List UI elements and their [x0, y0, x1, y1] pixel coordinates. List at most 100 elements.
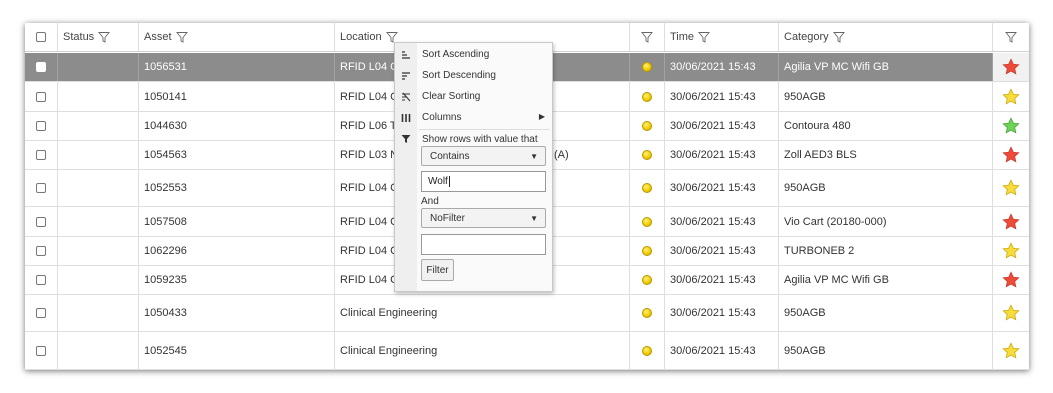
- menu-item-sort-descending[interactable]: Sort Descending: [395, 65, 552, 86]
- row-select-cell: [25, 207, 58, 236]
- header-status[interactable]: Status: [58, 23, 139, 51]
- asset-filter-icon[interactable]: [175, 31, 188, 43]
- indicator-filter-icon[interactable]: [641, 31, 653, 43]
- status-cell: [58, 141, 139, 169]
- star-icon[interactable]: [1002, 117, 1020, 135]
- time-filter-icon[interactable]: [698, 31, 710, 43]
- star-cell: [993, 170, 1029, 206]
- select-all-checkbox[interactable]: [36, 32, 46, 42]
- second-condition-select[interactable]: NoFilter ▼: [421, 208, 546, 228]
- header-category[interactable]: Category: [779, 23, 993, 51]
- asset-cell: 1050141: [139, 82, 335, 111]
- asset-cell: 1059235: [139, 266, 335, 294]
- table-row[interactable]: 1052545 Clinical Engineering 30/06/2021 …: [25, 332, 1029, 370]
- row-checkbox[interactable]: [36, 183, 46, 193]
- asset-cell: 1052545: [139, 332, 335, 369]
- header-indicator[interactable]: [630, 23, 665, 51]
- row-checkbox[interactable]: [36, 121, 46, 131]
- header-status-label: Status: [63, 31, 95, 43]
- category-cell: 950AGB: [779, 82, 993, 111]
- time-cell: 30/06/2021 15:43: [665, 295, 779, 331]
- header-time[interactable]: Time: [665, 23, 779, 51]
- star-cell: [993, 237, 1029, 265]
- second-value-input[interactable]: [421, 234, 546, 255]
- star-icon[interactable]: [1002, 87, 1020, 106]
- indicator-cell: [630, 237, 665, 265]
- row-checkbox[interactable]: [36, 308, 46, 318]
- status-cell: [58, 112, 139, 140]
- sort-ascending-icon: [395, 50, 417, 60]
- status-cell: [58, 332, 139, 369]
- filter-value-text: Wolf: [428, 176, 448, 187]
- location-text: RFID L03 N: [340, 149, 399, 161]
- status-dot-icon: [642, 183, 652, 193]
- row-select-cell: [25, 53, 58, 81]
- indicator-cell: [630, 112, 665, 140]
- time-cell: 30/06/2021 15:43: [665, 53, 779, 81]
- favourite-filter-icon[interactable]: [1005, 31, 1017, 43]
- star-icon[interactable]: [1002, 242, 1020, 260]
- row-checkbox[interactable]: [36, 216, 46, 227]
- category-cell: Contoura 480: [779, 112, 993, 140]
- filter-icon: [395, 134, 417, 144]
- star-cell: [993, 112, 1029, 140]
- menu-item-sort-ascending[interactable]: Sort Ascending: [395, 44, 552, 65]
- header-asset-label: Asset: [144, 31, 172, 43]
- filter-condition-value: Contains: [430, 150, 470, 162]
- status-dot-icon: [642, 275, 652, 285]
- star-icon[interactable]: [1002, 58, 1020, 76]
- indicator-cell: [630, 170, 665, 206]
- star-cell: [993, 53, 1029, 81]
- indicator-cell: [630, 141, 665, 169]
- table-row[interactable]: 1050433 Clinical Engineering 30/06/2021 …: [25, 295, 1029, 332]
- status-dot-icon: [642, 216, 652, 227]
- filter-button[interactable]: Filter: [421, 259, 454, 281]
- star-icon[interactable]: [1002, 304, 1020, 322]
- row-select-cell: [25, 82, 58, 111]
- row-checkbox[interactable]: [36, 275, 46, 285]
- row-select-cell: [25, 170, 58, 206]
- clear-sorting-icon: [395, 92, 417, 102]
- status-cell: [58, 82, 139, 111]
- star-icon[interactable]: [1002, 341, 1020, 360]
- star-icon[interactable]: [1002, 212, 1020, 231]
- row-checkbox[interactable]: [36, 246, 46, 256]
- header-favourite[interactable]: [993, 23, 1029, 51]
- status-dot-icon: [642, 246, 652, 256]
- category-cell: Agilia VP MC Wifi GB: [779, 266, 993, 294]
- row-select-cell: [25, 332, 58, 369]
- status-filter-icon[interactable]: [98, 31, 111, 43]
- filter-value-input[interactable]: Wolf: [421, 171, 546, 192]
- status-cell: [58, 237, 139, 265]
- star-icon[interactable]: [1002, 271, 1020, 289]
- and-label: And: [421, 196, 439, 207]
- location-cell: Clinical Engineering: [335, 295, 630, 331]
- status-cell: [58, 53, 139, 81]
- menu-item-label: Sort Descending: [422, 70, 496, 81]
- row-checkbox[interactable]: [36, 91, 46, 102]
- status-cell: [58, 266, 139, 294]
- star-icon[interactable]: [1002, 179, 1020, 197]
- asset-cell: 1057508: [139, 207, 335, 236]
- header-select-all-cell: [25, 23, 58, 51]
- indicator-cell: [630, 332, 665, 369]
- category-filter-icon[interactable]: [832, 31, 845, 43]
- time-cell: 30/06/2021 15:43: [665, 141, 779, 169]
- filter-prompt-label: Show rows with value that: [422, 133, 538, 145]
- menu-item-columns[interactable]: Columns ▶: [395, 107, 552, 128]
- star-cell: [993, 141, 1029, 169]
- menu-item-clear-sorting[interactable]: Clear Sorting: [395, 86, 552, 107]
- row-select-cell: [25, 112, 58, 140]
- time-cell: 30/06/2021 15:43: [665, 170, 779, 206]
- row-checkbox[interactable]: [36, 345, 46, 356]
- star-icon[interactable]: [1002, 146, 1020, 164]
- row-select-cell: [25, 295, 58, 331]
- status-dot-icon: [642, 121, 652, 131]
- header-category-label: Category: [784, 31, 829, 43]
- row-checkbox[interactable]: [36, 150, 46, 160]
- header-asset[interactable]: Asset: [139, 23, 335, 51]
- filter-condition-select[interactable]: Contains ▼: [421, 146, 546, 166]
- column-filter-menu: Sort Ascending Sort Descending Clear Sor…: [394, 42, 553, 292]
- status-dot-icon: [642, 308, 652, 318]
- row-checkbox[interactable]: [36, 62, 46, 72]
